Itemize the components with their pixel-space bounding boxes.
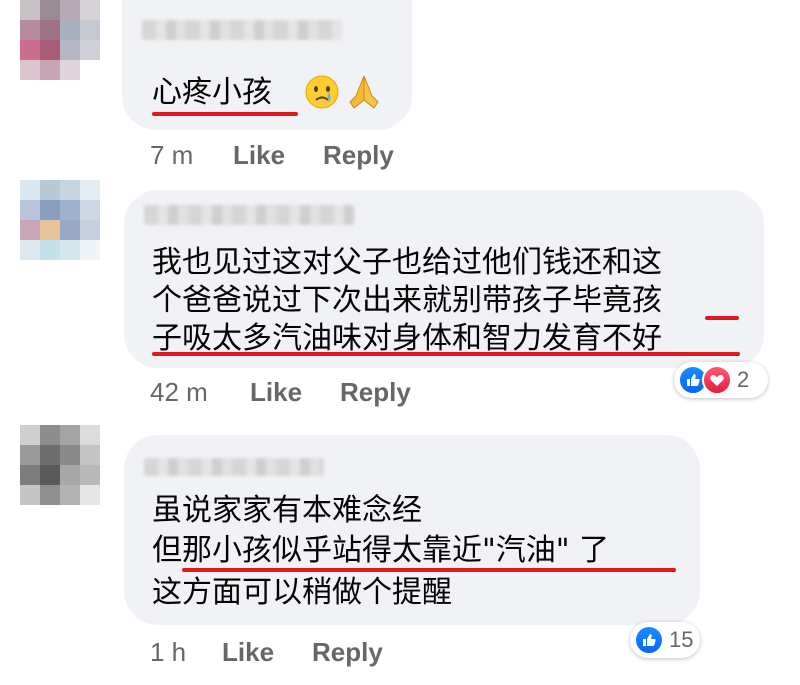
avatar[interactable] (20, 0, 100, 80)
highlight-underline (182, 568, 676, 572)
love-icon (702, 365, 732, 395)
reply-button[interactable]: Reply (340, 377, 411, 408)
like-button[interactable]: Like (233, 140, 285, 171)
comment-text-line: 虽说家家有本难念经 (152, 493, 422, 528)
folded-hands-emoji (349, 75, 379, 109)
avatar[interactable] (20, 425, 100, 505)
commenter-name[interactable] (144, 205, 354, 225)
highlight-underline (705, 316, 739, 320)
reaction-count: 15 (669, 627, 694, 652)
comment-time[interactable]: 42 m (150, 377, 208, 408)
commenter-name[interactable] (142, 20, 342, 40)
reaction-count: 2 (737, 367, 750, 392)
crying-face-emoji (305, 75, 339, 109)
comment-time[interactable]: 1 h (150, 637, 186, 668)
commenter-name[interactable] (144, 458, 324, 476)
comment-text-line: 我也见过这对父子也给过他们钱还和这 (152, 245, 662, 280)
comment-text: 心疼小孩 (152, 75, 272, 110)
comment-text-line: 这方面可以稍做个提醒 (152, 575, 452, 610)
reaction-summary[interactable]: 15 (630, 622, 700, 658)
highlight-underline (152, 112, 298, 116)
avatar[interactable] (20, 180, 100, 260)
comment-text-line: 但那小孩似乎站得太靠近"汽油" 了 (152, 533, 610, 568)
like-icon (634, 625, 664, 655)
like-button[interactable]: Like (222, 637, 274, 668)
reply-button[interactable]: Reply (312, 637, 383, 668)
highlight-underline (152, 352, 740, 356)
reply-button[interactable]: Reply (323, 140, 394, 171)
like-button[interactable]: Like (250, 377, 302, 408)
reaction-summary[interactable]: 2 (674, 362, 768, 398)
comment-time[interactable]: 7 m (150, 140, 193, 171)
comment-text-line: 个爸爸说过下次出来就别带孩子毕竟孩 (152, 283, 662, 318)
